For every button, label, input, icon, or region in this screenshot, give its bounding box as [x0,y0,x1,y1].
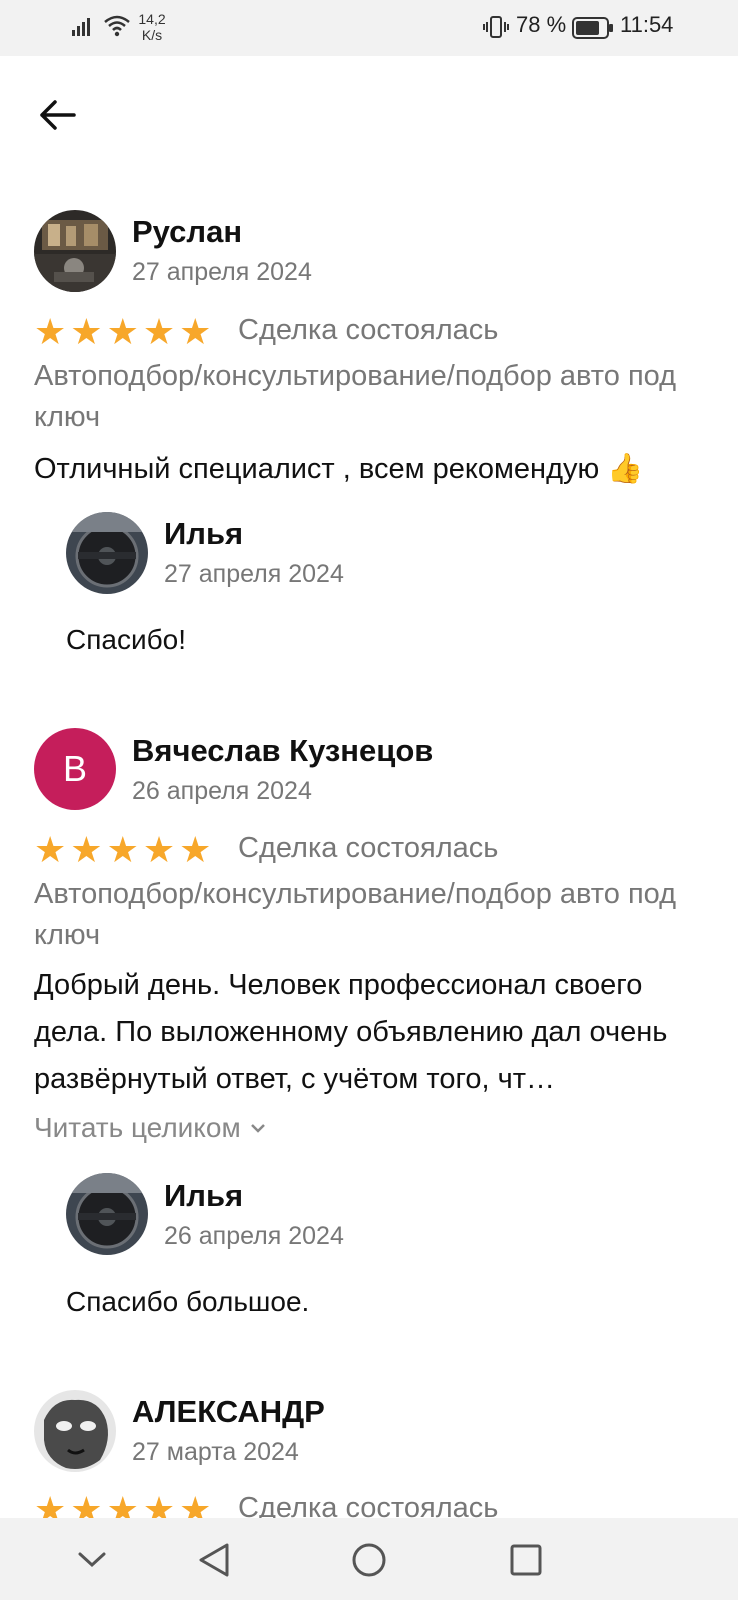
star-icon: ★ [70,311,103,352]
star-icon: ★ [106,829,139,870]
network-speed: 14,2 K/s [138,11,166,43]
avatar[interactable]: В [34,728,116,810]
square-recents-icon [510,1544,542,1576]
seller-avatar [66,512,148,594]
avatar-photo [66,512,148,594]
star-icon: ★ [34,829,67,870]
status-bar: 14,2 K/s 78 % 11:54 [0,0,738,56]
avatar-photo [34,1390,116,1472]
chevron-down-icon [78,1552,106,1568]
read-more-label: Читать целиком [34,1112,241,1143]
rating-stars: ★ ★ ★ ★ ★ [34,314,211,350]
service-category: Автоподбор/консультирование/подбор авто … [34,878,677,951]
review-date: 27 марта 2024 [132,1438,299,1466]
reviewer-name[interactable]: Вячеслав Кузнецов [132,733,433,769]
seller-avatar [66,1173,148,1255]
reviewer-name[interactable]: Руслан [132,214,242,250]
reply-text: Спасибо! [66,624,186,655]
nav-hide-button[interactable] [68,1536,116,1584]
wifi-icon [104,15,130,37]
star-icon: ★ [179,311,212,352]
system-nav-bar [0,1518,738,1600]
reviewer-name[interactable]: АЛЕКСАНДР [132,1394,325,1430]
seller-name: Илья [164,516,244,551]
service-category: Автоподбор/консультирование/подбор авто … [34,360,677,433]
star-icon: ★ [142,829,176,870]
review-date: 27 апреля 2024 [132,258,312,286]
star-icon: ★ [106,311,139,352]
nav-back-button[interactable] [190,1536,238,1584]
star-icon: ★ [34,311,67,352]
read-more-link[interactable]: Читать целиком [34,1112,267,1144]
deal-status: Сделка состоялась [238,314,499,346]
avatar[interactable] [34,210,116,292]
reply-text: Спасибо большое. [66,1286,310,1317]
circle-home-icon [352,1543,386,1577]
star-icon: ★ [179,829,212,870]
rating-stars: ★ ★ ★ ★ ★ [34,832,211,868]
avatar[interactable] [34,1390,116,1472]
seller-name: Илья [164,1178,244,1213]
avatar-photo [34,210,116,292]
review-text: Добрый день. Человек профессионал своего… [34,969,668,1095]
clock: 11:54 [620,12,674,37]
chevron-down-icon [250,1124,265,1133]
nav-recents-button[interactable] [502,1536,550,1584]
star-icon: ★ [142,311,176,352]
reply-date: 27 апреля 2024 [164,560,344,588]
battery-percent: 78 % [516,12,567,37]
vibrate-icon [483,16,509,38]
star-icon: ★ [70,829,103,870]
signal-icon [72,18,90,36]
arrow-left-icon [40,100,76,130]
avatar-photo [66,1173,148,1255]
triangle-back-icon [199,1543,229,1577]
review-date: 26 апреля 2024 [132,777,312,805]
battery-icon [572,17,613,39]
reply-date: 26 апреля 2024 [164,1222,344,1250]
deal-status: Сделка состоялась [238,832,499,864]
review-text: Отличный специалист , всем рекомендую 👍 [34,453,644,485]
back-button[interactable] [34,92,80,138]
nav-home-button[interactable] [345,1536,393,1584]
